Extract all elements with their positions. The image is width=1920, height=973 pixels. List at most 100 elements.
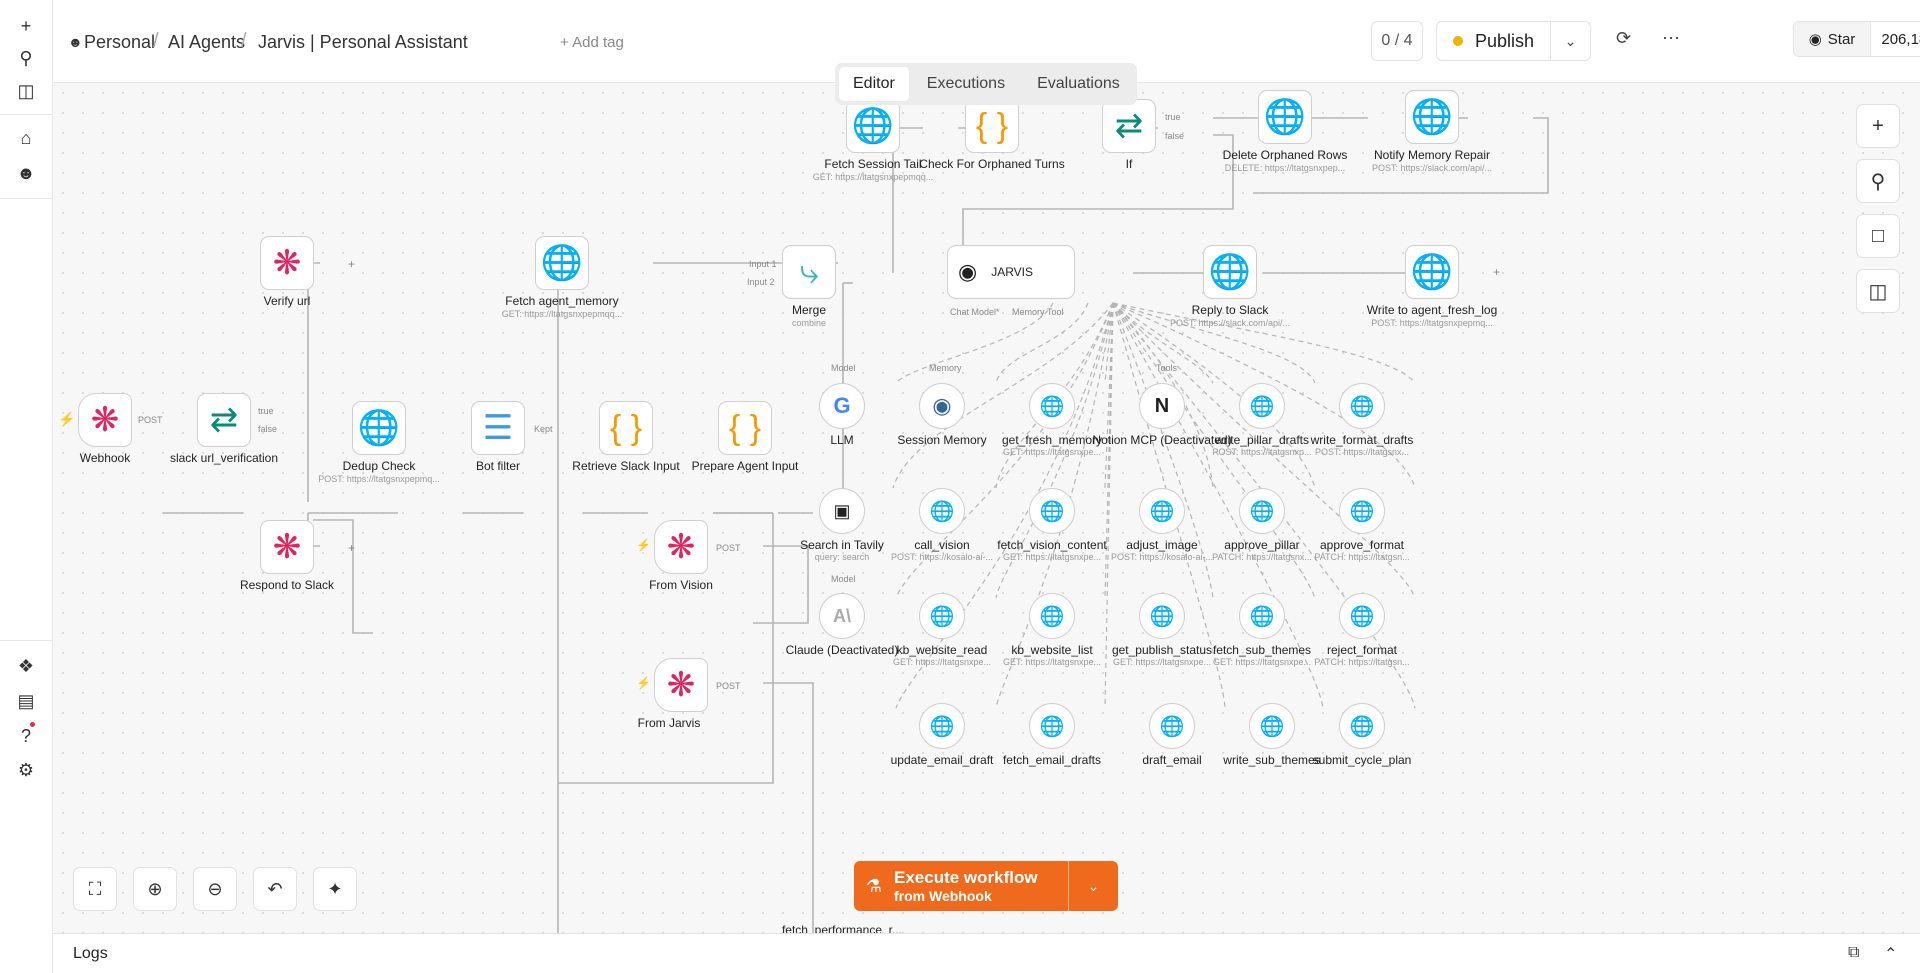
get-fresh-memory-node[interactable]: 🌐 [1029, 383, 1075, 429]
undo-button[interactable]: ↶ [253, 867, 297, 911]
webhook-icon: ❋ [272, 244, 302, 282]
subnode-label: reject_format [1326, 643, 1398, 657]
submit-cycle-plan-node[interactable]: 🌐 [1339, 703, 1385, 749]
bot-filter-node[interactable]: ☰ [471, 401, 525, 455]
user-small-icon: ☻ [68, 34, 83, 50]
delete-orphaned-rows-node[interactable]: 🌐 [1258, 90, 1312, 144]
from-vision-label: From Vision [649, 578, 713, 592]
fetch-agent-memory-node[interactable]: 🌐 [535, 236, 589, 290]
tab-editor[interactable]: Editor [839, 67, 909, 101]
chevron-up-icon[interactable]: ⌃ [1884, 944, 1897, 964]
respond-to-slack-node[interactable]: ❋ [260, 520, 314, 574]
from-vision-node[interactable]: ❋ [654, 520, 708, 574]
globe-icon: 🌐 [929, 715, 955, 738]
fetch-email-drafts-node[interactable]: 🌐 [1029, 703, 1075, 749]
github-icon: ◉ [1808, 31, 1822, 48]
notification-dot [30, 722, 35, 727]
sidebar-toggle-icon[interactable]: ◫ [14, 79, 38, 103]
webhook-node[interactable]: ❋ [78, 393, 132, 447]
panel-toggle-button[interactable]: ◫ [1856, 269, 1900, 313]
publish-button[interactable]: Publish ⌄ [1436, 21, 1591, 61]
breadcrumb-folder[interactable]: AI Agents [168, 32, 245, 53]
tidy-up-button[interactable]: ✦ [313, 867, 357, 911]
add-node-button[interactable]: + [1856, 104, 1900, 148]
delete-orphaned-rows-label: Delete Orphaned Rows [1222, 148, 1348, 162]
search-tavily-node[interactable]: ▣ [819, 488, 865, 534]
retrieve-slack-input-node[interactable]: { } [599, 401, 653, 455]
approve-format-node[interactable]: 🌐 [1339, 488, 1385, 534]
panel-icon: ◫ [1868, 280, 1888, 303]
adjust-image-node[interactable]: 🌐 [1139, 488, 1185, 534]
jarvis-agent-node[interactable]: ◉ JARVIS [947, 245, 1075, 299]
version-counter[interactable]: 0 / 4 [1371, 21, 1423, 61]
breadcrumb-owner[interactable]: Personal [84, 32, 155, 53]
execute-workflow-button[interactable]: ⚗ Execute workflow from Webhook ⌄ [854, 861, 1118, 911]
logs-label: Logs [73, 945, 108, 962]
sticky-note-button[interactable]: □ [1856, 214, 1900, 258]
fetch-session-tail-node[interactable]: 🌐 [846, 99, 900, 153]
llm-node[interactable]: G [819, 383, 865, 429]
home-icon[interactable]: ⌂ [14, 126, 38, 150]
notion-mcp-node[interactable]: N [1139, 383, 1185, 429]
approve-pillar-node[interactable]: 🌐 [1239, 488, 1285, 534]
claude-node[interactable]: A\ [819, 593, 865, 639]
update-email-draft-node[interactable]: 🌐 [919, 703, 965, 749]
subnode-label: submit_cycle_plan [1312, 753, 1412, 767]
workflow-canvas[interactable]: ⚡ ❋ Webhook POST ⇄ slack url_verificatio… [53, 83, 1920, 933]
globe-icon: 🌐 [1349, 715, 1375, 738]
github-star-widget[interactable]: ◉ Star 206,187 [1793, 21, 1920, 57]
search-nodes-button[interactable]: ⚲ [1856, 159, 1900, 203]
reply-to-slack-node[interactable]: 🌐 [1203, 245, 1257, 299]
edge-label-chat-model: Chat Model* [950, 307, 1000, 317]
kb-website-list-node[interactable]: 🌐 [1029, 593, 1075, 639]
settings-icon[interactable]: ⚙ [14, 758, 38, 782]
dedup-check-node[interactable]: 🌐 [352, 401, 406, 455]
merge-node[interactable]: ⤷ [782, 245, 836, 299]
fit-view-button[interactable]: ⛶ [73, 867, 117, 911]
slack-url-verification-node[interactable]: ⇄ [197, 393, 251, 447]
zoom-out-button[interactable]: ⊖ [193, 867, 237, 911]
notify-memory-repair-node[interactable]: 🌐 [1405, 90, 1459, 144]
webhook-icon: ❋ [666, 528, 696, 566]
add-tag-button[interactable]: + Add tag [560, 34, 624, 51]
tab-evaluations[interactable]: Evaluations [1023, 67, 1134, 101]
fetch-vision-content-node[interactable]: 🌐 [1029, 488, 1075, 534]
write-pillar-drafts-node[interactable]: 🌐 [1239, 383, 1285, 429]
kb-website-read-node[interactable]: 🌐 [919, 593, 965, 639]
if-node[interactable]: ⇄ [1102, 99, 1156, 153]
add-node-icon[interactable]: + [348, 257, 355, 271]
chevron-down-icon[interactable]: ⌄ [1550, 22, 1590, 60]
search-icon[interactable]: ⚲ [14, 46, 38, 70]
write-format-drafts-node[interactable]: 🌐 [1339, 383, 1385, 429]
help-icon[interactable]: ? [14, 724, 38, 748]
popout-icon[interactable]: ⧉ [1848, 944, 1859, 962]
templates-icon[interactable]: ❖ [14, 654, 38, 678]
verify-url-node[interactable]: ❋ [260, 236, 314, 290]
add-node-icon[interactable]: + [348, 541, 355, 555]
zoom-in-button[interactable]: ⊕ [133, 867, 177, 911]
github-star-button[interactable]: ◉ Star [1794, 22, 1871, 56]
tab-executions[interactable]: Executions [913, 67, 1019, 101]
from-jarvis-node[interactable]: ❋ [654, 658, 708, 712]
reject-format-node[interactable]: 🌐 [1339, 593, 1385, 639]
get-publish-status-node[interactable]: 🌐 [1139, 593, 1185, 639]
write-fresh-log-node[interactable]: 🌐 [1405, 245, 1459, 299]
workflow-name[interactable]: Jarvis | Personal Assistant [258, 32, 468, 53]
fullscreen-icon: ⛶ [88, 878, 102, 899]
more-options-icon[interactable]: ⋯ [1662, 28, 1680, 49]
add-node-icon[interactable]: + [1493, 265, 1500, 279]
chevron-down-icon[interactable]: ⌄ [1068, 861, 1118, 911]
insights-icon[interactable]: ▤ [14, 689, 38, 713]
check-orphaned-turns-node[interactable]: { } [965, 99, 1019, 153]
logs-panel[interactable]: Logs ⧉ ⌃ [53, 933, 1920, 973]
draft-email-node[interactable]: 🌐 [1149, 703, 1195, 749]
write-sub-themes-node[interactable]: 🌐 [1249, 703, 1295, 749]
subnode-label: approve_format [1319, 538, 1405, 552]
github-star-count: 206,187 [1881, 30, 1920, 48]
session-memory-node[interactable]: ◉ [919, 383, 965, 429]
call-vision-node[interactable]: 🌐 [919, 488, 965, 534]
plus-icon[interactable]: + [14, 14, 38, 38]
user-icon[interactable]: ☻ [14, 161, 38, 185]
fetch-sub-themes-node[interactable]: 🌐 [1239, 593, 1285, 639]
history-icon[interactable]: ⟳ [1616, 28, 1631, 49]
